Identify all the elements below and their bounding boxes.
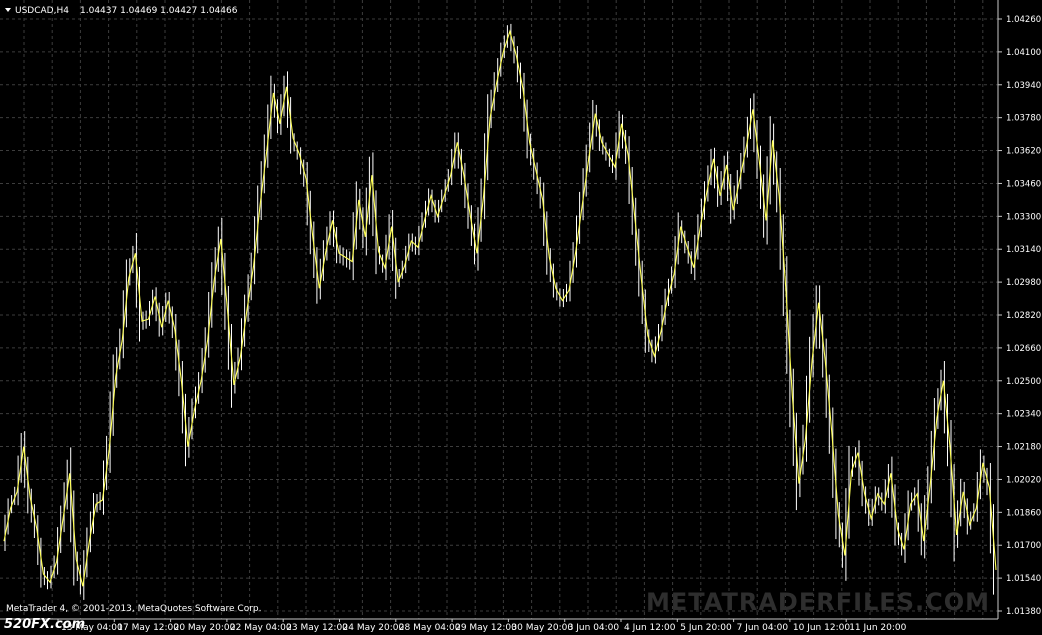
watermark-text: METATRADERFILES.COM	[646, 588, 990, 616]
ohlc-readout: 1.04437 1.04469 1.04427 1.04466	[80, 6, 238, 16]
x-tick-label: 3 Jun 04:00	[568, 623, 620, 633]
y-tick-label: 1.02340	[1006, 410, 1041, 420]
y-tick-label: 1.03460	[1006, 179, 1041, 189]
x-tick-label: 29 May 12:00	[455, 623, 517, 633]
y-tick-label: 1.03140	[1006, 245, 1041, 255]
x-tick-label: 20 May 20:00	[174, 623, 236, 633]
x-tick-label: 11 Jun 20:00	[849, 623, 906, 633]
copyright-text: MetaTrader 4, © 2001-2013, MetaQuotes So…	[6, 604, 262, 614]
x-tick-label: 22 May 04:00	[230, 623, 292, 633]
y-tick-label: 1.02020	[1006, 475, 1041, 485]
y-tick-label: 1.01700	[1006, 541, 1041, 551]
y-tick-label: 1.03620	[1006, 147, 1041, 157]
x-tick-label: 28 May 04:00	[399, 623, 461, 633]
y-tick-label: 1.03780	[1006, 114, 1041, 124]
corner-logo: 520FX.com	[4, 617, 85, 632]
y-tick-label: 1.01860	[1006, 508, 1041, 518]
y-tick-label: 1.03300	[1006, 212, 1041, 222]
y-tick-label: 1.02500	[1006, 377, 1041, 387]
y-tick-label: 1.02660	[1006, 344, 1041, 354]
x-tick-label: 24 May 20:00	[343, 623, 405, 633]
x-tick-label: 7 Jun 04:00	[737, 623, 789, 633]
x-tick-label: 17 May 12:00	[117, 623, 179, 633]
y-tick-label: 1.01540	[1006, 574, 1041, 584]
y-tick-label: 1.01380	[1006, 607, 1041, 617]
price-chart[interactable]: 1.04260 1.04100 1.03940 1.03780 1.03620 1.034…	[0, 0, 1042, 635]
x-tick-label: 30 May 20:00	[511, 623, 573, 633]
x-tick-label: 4 Jun 12:00	[624, 623, 676, 633]
y-tick-label: 1.02180	[1006, 443, 1041, 453]
y-tick-label: 1.03940	[1006, 81, 1041, 91]
x-tick-label: 10 Jun 12:00	[793, 623, 850, 633]
symbol-title: USDCAD,H4	[15, 6, 69, 16]
y-tick-label: 1.02820	[1006, 311, 1041, 321]
x-tick-label: 23 May 12:00	[286, 623, 348, 633]
symbol-header[interactable]: USDCAD,H4 1.04437 1.04469 1.04427 1.0446…	[5, 6, 238, 16]
y-tick-label: 1.04100	[1006, 48, 1041, 58]
x-tick-label: 5 Jun 20:00	[680, 623, 732, 633]
y-tick-label: 1.04260	[1006, 15, 1041, 25]
y-tick-label: 1.02980	[1006, 278, 1041, 288]
